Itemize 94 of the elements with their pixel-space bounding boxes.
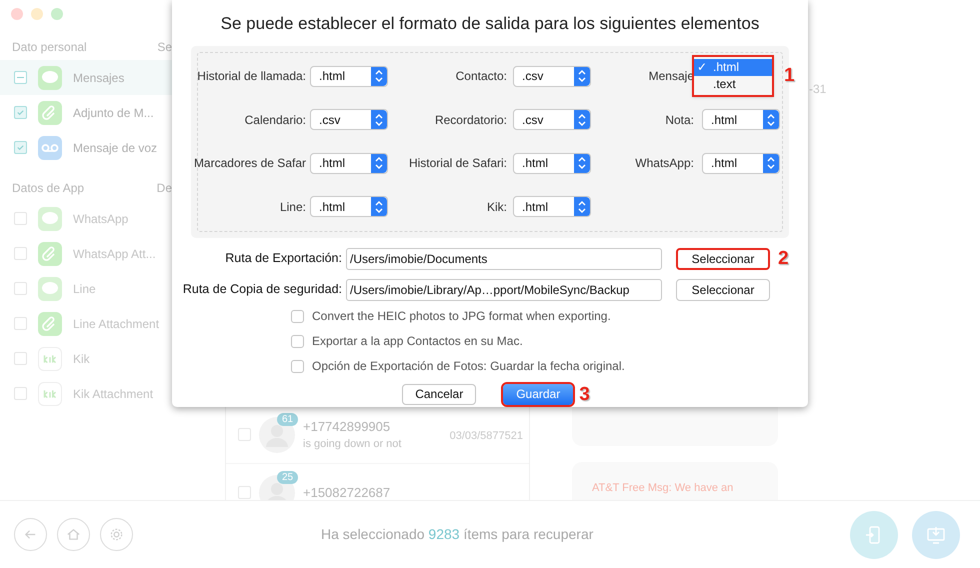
checkmark-icon xyxy=(16,143,25,152)
field-label: Mensaje xyxy=(648,68,694,86)
checkbox[interactable] xyxy=(14,247,27,260)
checkbox[interactable] xyxy=(291,360,304,372)
checkbox[interactable] xyxy=(14,71,27,84)
cancel-button[interactable]: Cancelar xyxy=(402,384,476,404)
home-icon[interactable] xyxy=(57,518,90,551)
stepper-icon xyxy=(371,66,387,86)
stepper-icon xyxy=(574,197,590,216)
field-label: Calendario: xyxy=(244,112,306,129)
checkbox[interactable] xyxy=(291,334,304,348)
select-path-button[interactable]: Seleccionar xyxy=(676,278,770,300)
stepper-icon xyxy=(763,110,779,130)
path-label: Ruta de Copia de seguridad: xyxy=(182,281,342,298)
checkbox[interactable] xyxy=(14,212,27,225)
step-number: 1 xyxy=(784,66,795,86)
format-select[interactable]: .html xyxy=(310,152,388,174)
paperclip-icon xyxy=(38,100,62,124)
app-icon xyxy=(38,346,62,370)
chat-bubble: AT&T Free Msg: We have an xyxy=(572,462,778,500)
checkbox[interactable] xyxy=(14,317,27,330)
path-field[interactable]: /Users/imobie/Library/Ap…pport/MobileSync/Backup xyxy=(346,278,662,300)
format-select[interactable]: .csv xyxy=(513,66,591,87)
field-label: Recordatorio: xyxy=(434,112,507,129)
dropdown-option[interactable]: .text xyxy=(694,76,772,93)
item-label: Kik Attachment xyxy=(73,386,154,402)
item-label: Mensajes xyxy=(73,70,124,86)
path-field[interactable]: /Users/imobie/Documents xyxy=(346,248,662,270)
computer-download-icon[interactable] xyxy=(912,510,960,558)
app-icon xyxy=(38,382,62,406)
phone-export-icon[interactable] xyxy=(850,510,898,558)
item-label: Mensaje de voz xyxy=(73,140,158,156)
column-header: Se xyxy=(157,39,172,56)
field-label: Marcadores de Safar xyxy=(192,155,306,172)
stepper-icon xyxy=(763,154,779,173)
column-header: De xyxy=(156,180,172,197)
settings-icon[interactable] xyxy=(100,518,133,551)
chat-bubble-icon xyxy=(38,276,62,300)
stepper-icon xyxy=(574,110,590,130)
selection-status: Ha seleccionado 9283 ítems para recuperar xyxy=(321,525,594,544)
item-label: Kik xyxy=(73,350,90,368)
checkbox[interactable] xyxy=(14,387,27,400)
stepper-icon xyxy=(371,110,387,130)
chat-bubble-icon xyxy=(38,206,62,230)
format-select[interactable]: .html xyxy=(513,196,591,218)
field-label: Line: xyxy=(278,198,306,216)
checkbox[interactable] xyxy=(291,310,304,322)
dash-icon xyxy=(17,77,24,78)
checkbox[interactable] xyxy=(14,282,27,295)
stepper-icon xyxy=(574,154,590,173)
stepper-icon xyxy=(371,197,387,216)
item-label: Adjunto de M... xyxy=(73,104,154,122)
option-label: Convert the HEIC photos to JPG format when exporting. xyxy=(312,308,611,325)
stepper-icon xyxy=(574,66,590,86)
step-number: 3 xyxy=(579,384,590,404)
format-select[interactable]: .html xyxy=(310,66,388,87)
checkmark-icon xyxy=(16,108,25,117)
section-header: Dato personal xyxy=(12,39,87,56)
format-select[interactable]: .html xyxy=(702,109,780,130)
section-header: Datos de App xyxy=(12,180,84,197)
field-label: Contacto: xyxy=(454,68,507,86)
checkbox[interactable] xyxy=(14,106,27,119)
field-label: WhatsApp: xyxy=(634,155,694,172)
phone-number: +15082722687 xyxy=(303,484,392,500)
option-label: Opción de Exportación de Fotos: Guardar la fecha original. xyxy=(312,358,625,375)
item-label: Line xyxy=(73,280,96,298)
count-badge: 25 xyxy=(277,470,298,484)
field-label: Historial de Safari: xyxy=(408,155,507,172)
field-label: Nota: xyxy=(664,112,694,129)
voicemail-icon xyxy=(38,136,62,160)
dropdown-option[interactable]: ✓ .html xyxy=(694,58,772,76)
field-label: Kik: xyxy=(486,198,507,216)
path-label: Ruta de Exportación: xyxy=(224,250,342,268)
format-select[interactable]: .html xyxy=(513,152,591,174)
checkbox[interactable] xyxy=(14,352,27,365)
format-select[interactable]: .html xyxy=(702,152,780,174)
option-label: Exportar a la app Contactos en su Mac. xyxy=(312,333,523,350)
paperclip-icon xyxy=(38,242,62,266)
stepper-icon xyxy=(371,154,387,173)
message-preview: is going down or not xyxy=(303,437,402,452)
step-number: 2 xyxy=(778,249,789,268)
chat-bubble-icon xyxy=(38,66,62,90)
count-badge: 61 xyxy=(277,412,298,426)
checkbox[interactable] xyxy=(14,141,27,154)
phone-number: +17742899905 xyxy=(303,418,392,436)
item-label: WhatsApp xyxy=(73,210,128,228)
select-path-button[interactable]: Seleccionar xyxy=(676,248,770,270)
dialog-title: Se puede establecer el formato de salida para los siguientes elementos xyxy=(220,13,760,35)
item-label: Line Attachment xyxy=(73,316,160,332)
paperclip-icon xyxy=(38,312,62,336)
format-select[interactable]: .csv xyxy=(513,109,591,130)
item-label: WhatsApp Att... xyxy=(73,246,156,262)
format-select[interactable]: .csv xyxy=(310,109,388,130)
format-select[interactable]: .html xyxy=(310,196,388,218)
